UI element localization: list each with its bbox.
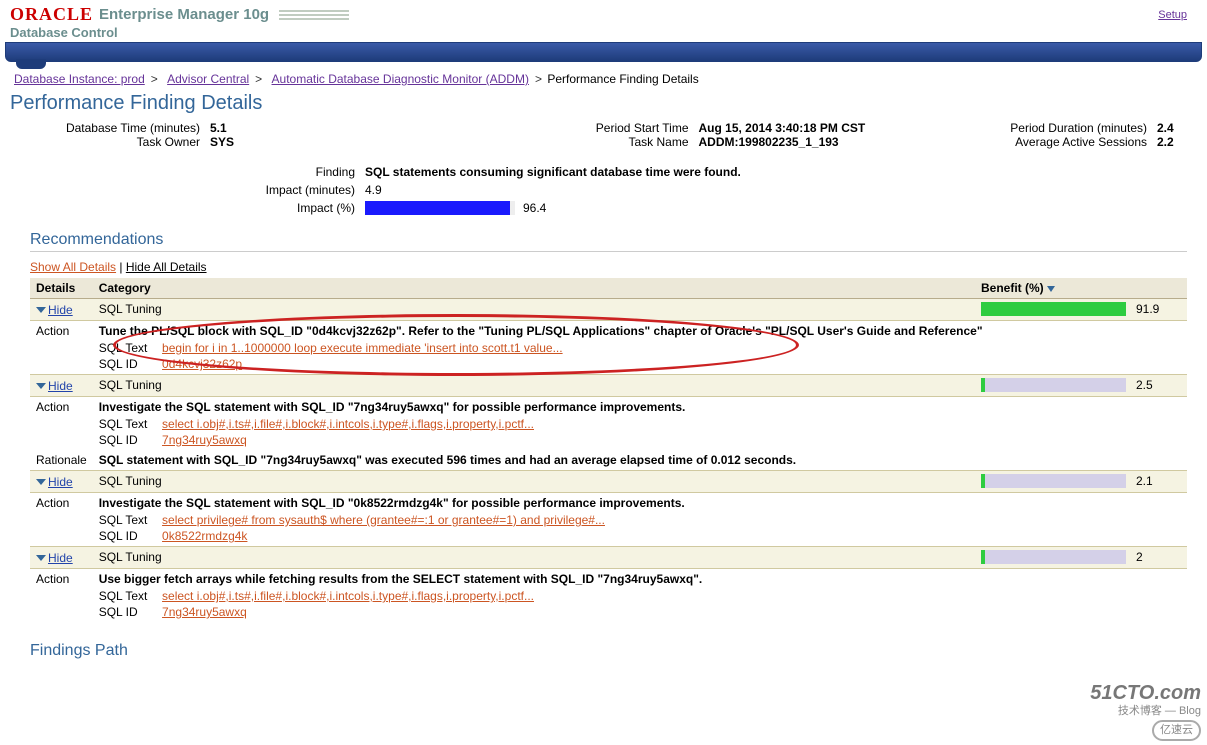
setup-link[interactable]: Setup (1158, 9, 1187, 21)
action-label: Action (30, 321, 93, 375)
task-owner-value: SYS (210, 135, 450, 149)
benefit-bar (981, 302, 1126, 316)
action-text: Investigate the SQL statement with SQL_I… (99, 496, 1181, 510)
sql-id-label: SQL ID (99, 529, 159, 543)
category-value: SQL Tuning (93, 547, 975, 569)
category-value: SQL Tuning (93, 299, 975, 321)
sql-text-label: SQL Text (99, 417, 159, 431)
sql-id-link[interactable]: 0d4kcvj32z62p (162, 357, 242, 371)
col-category[interactable]: Category (93, 278, 975, 299)
benefit-value: 2.1 (1136, 474, 1153, 488)
hide-all-details-link[interactable]: Hide All Details (126, 260, 207, 274)
crumb-advisor-central[interactable]: Advisor Central (167, 72, 249, 86)
benefit-value: 2 (1136, 550, 1143, 564)
header-decor (279, 10, 349, 20)
avg-sessions-value: 2.2 (1157, 135, 1197, 149)
product-title: Enterprise Manager 10g (99, 6, 269, 23)
sql-text-link[interactable]: select i.obj#,i.ts#,i.file#,i.block#,i.i… (162, 417, 534, 431)
sql-text-link[interactable]: begin for i in 1..1000000 loop execute i… (162, 341, 563, 355)
action-label: Action (30, 397, 93, 451)
sql-id-link[interactable]: 7ng34ruy5awxq (162, 433, 247, 447)
hide-toggle[interactable]: Hide (36, 475, 73, 489)
tab-bar (5, 42, 1202, 62)
period-duration-label: Period Duration (minutes) (947, 121, 1157, 135)
chevron-down-icon (36, 307, 46, 313)
period-duration-value: 2.4 (1157, 121, 1197, 135)
col-details[interactable]: Details (30, 278, 93, 299)
benefit-bar (981, 474, 1126, 488)
sql-id-label: SQL ID (99, 433, 159, 447)
crumb-current: Performance Finding Details (547, 72, 698, 86)
crumb-addm[interactable]: Automatic Database Diagnostic Monitor (A… (272, 72, 529, 86)
task-name-value: ADDM:199802235_1_193 (699, 135, 948, 149)
period-start-value: Aug 15, 2014 3:40:18 PM CST (699, 121, 948, 135)
impact-pct-value: 96.4 (523, 201, 546, 215)
sort-desc-icon (1047, 286, 1055, 292)
rationale-text: SQL statement with SQL_ID "7ng34ruy5awxq… (93, 450, 1187, 471)
hide-toggle[interactable]: Hide (36, 551, 73, 565)
action-label: Action (30, 493, 93, 547)
oracle-logo: ORACLE (10, 4, 93, 25)
task-name-label: Task Name (450, 135, 699, 149)
sql-id-link[interactable]: 0k8522rmdzg4k (162, 529, 247, 543)
action-text: Tune the PL/SQL block with SQL_ID "0d4kc… (99, 324, 1181, 338)
action-label: Action (30, 569, 93, 623)
db-time-value: 5.1 (210, 121, 450, 135)
findings-path-heading: Findings Path (30, 642, 1187, 662)
action-text: Use bigger fetch arrays while fetching r… (99, 572, 1181, 586)
sql-text-label: SQL Text (99, 513, 159, 527)
impact-min-value: 4.9 (365, 183, 1197, 197)
col-benefit[interactable]: Benefit (%) (975, 278, 1187, 299)
breadcrumb: Database Instance: prod> Advisor Central… (0, 62, 1207, 92)
category-value: SQL Tuning (93, 375, 975, 397)
finding-value: SQL statements consuming significant dat… (365, 165, 1197, 179)
db-time-label: Database Time (minutes) (10, 121, 210, 135)
sql-text-label: SQL Text (99, 341, 159, 355)
recommendations-heading: Recommendations (30, 231, 1187, 252)
avg-sessions-label: Average Active Sessions (947, 135, 1157, 149)
rationale-label: Rationale (30, 450, 93, 471)
finding-label: Finding (10, 165, 365, 179)
impact-min-label: Impact (minutes) (10, 183, 365, 197)
sql-id-label: SQL ID (99, 605, 159, 619)
sql-text-link[interactable]: select privilege# from sysauth$ where (g… (162, 513, 605, 527)
period-start-label: Period Start Time (450, 121, 699, 135)
hide-toggle[interactable]: Hide (36, 303, 73, 317)
impact-bar (365, 201, 515, 215)
hide-toggle[interactable]: Hide (36, 379, 73, 393)
benefit-value: 91.9 (1136, 302, 1159, 316)
benefit-value: 2.5 (1136, 378, 1153, 392)
chevron-down-icon (36, 479, 46, 485)
sql-text-link[interactable]: select i.obj#,i.ts#,i.file#,i.block#,i.i… (162, 589, 534, 603)
crumb-db-instance[interactable]: Database Instance: prod (14, 72, 145, 86)
sub-product-title: Database Control (0, 25, 1207, 42)
action-text: Investigate the SQL statement with SQL_I… (99, 400, 1181, 414)
task-owner-label: Task Owner (10, 135, 210, 149)
benefit-bar (981, 550, 1126, 564)
benefit-bar (981, 378, 1126, 392)
sql-id-label: SQL ID (99, 357, 159, 371)
show-all-details-link[interactable]: Show All Details (30, 260, 116, 274)
impact-pct-label: Impact (%) (10, 201, 365, 215)
chevron-down-icon (36, 383, 46, 389)
sql-text-label: SQL Text (99, 589, 159, 603)
sql-id-link[interactable]: 7ng34ruy5awxq (162, 605, 247, 619)
recommendations-table: Details Category Benefit (%) Hide SQL Tun… (30, 278, 1187, 622)
page-title: Performance Finding Details (10, 92, 1197, 115)
category-value: SQL Tuning (93, 471, 975, 493)
watermark: 51CTO.com 技术博客 — Blog 亿速云 (1090, 681, 1201, 741)
chevron-down-icon (36, 555, 46, 561)
